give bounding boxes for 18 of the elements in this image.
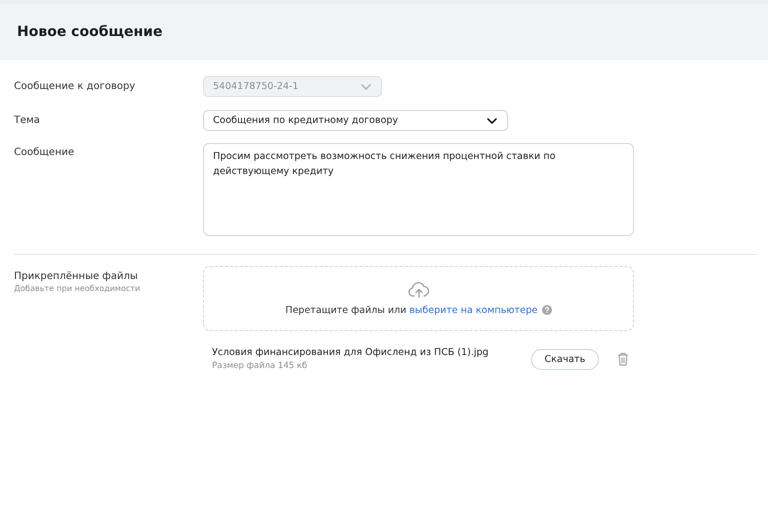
chevron-down-icon bbox=[487, 118, 497, 124]
field-label: Тема bbox=[14, 115, 41, 126]
choose-file-link[interactable]: выберите на компьютере bbox=[409, 304, 538, 316]
help-icon[interactable] bbox=[542, 305, 552, 315]
field-hint: Добавьте при необходимости bbox=[14, 284, 142, 293]
message-textarea[interactable]: Просим рассмотреть возможность снижения процентной ставки по действующему кредиту bbox=[203, 143, 634, 236]
dropzone-text: Перетащите файлы или выберите на компьютере bbox=[285, 304, 538, 316]
file-size: Размер файла 145 кб bbox=[212, 361, 308, 371]
field-label: Прикреплённые файлы bbox=[14, 271, 139, 282]
field-label: Сообщение bbox=[14, 147, 76, 158]
file-dropzone[interactable]: Перетащите файлы или выберите на компьютере bbox=[203, 266, 634, 331]
chevron-down-icon bbox=[361, 84, 371, 90]
field-label: Сообщение к договору bbox=[14, 81, 136, 92]
dropdown-select[interactable]: Сообщения по кредитному договору bbox=[203, 110, 508, 131]
page-title: Новое сообщение bbox=[17, 24, 162, 40]
download-button[interactable]: Скачать bbox=[531, 348, 599, 370]
file-name: Условия финансирования для Офисленд из ПСБ (1).jpg bbox=[212, 347, 490, 358]
cloud-upload-icon bbox=[408, 282, 430, 298]
